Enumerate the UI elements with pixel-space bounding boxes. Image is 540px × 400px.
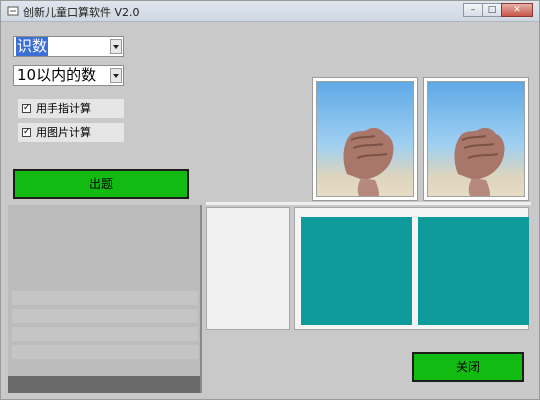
mode-select[interactable]: 识数 — [13, 36, 124, 57]
picture-option[interactable]: ✓ 用图片计算 — [18, 123, 124, 142]
range-select-value: 10以内的数 — [17, 66, 97, 84]
list-item — [12, 291, 198, 305]
close-window-button[interactable]: ✕ — [501, 3, 533, 17]
fist-hand-icon — [454, 127, 505, 196]
picture-checkbox[interactable]: ✓ — [22, 128, 31, 137]
left-hand-image — [316, 81, 414, 197]
fist-hand-icon — [343, 127, 394, 196]
generate-question-button[interactable]: 出题 — [13, 169, 189, 199]
list-item — [12, 327, 198, 341]
picture-option-label: 用图片计算 — [36, 126, 91, 139]
minimize-icon: – — [470, 5, 476, 15]
close-button[interactable]: 关闭 — [412, 352, 524, 382]
right-hand-card — [423, 77, 529, 201]
app-icon — [7, 6, 19, 16]
list-item — [12, 309, 198, 323]
title-bar[interactable]: 创新儿童口算软件 V2.0 – □ ✕ — [1, 1, 539, 22]
answer-box-right[interactable] — [418, 217, 529, 325]
app-window: 创新儿童口算软件 V2.0 – □ ✕ 识数 10以内的数 ✓ 用手指计算 ✓ … — [0, 0, 540, 400]
left-hand-card — [312, 77, 418, 201]
client-area: 识数 10以内的数 ✓ 用手指计算 ✓ 用图片计算 出题 关闭 — [1, 22, 539, 399]
chevron-down-icon[interactable] — [110, 39, 122, 54]
answer-box-left[interactable] — [301, 217, 412, 325]
mode-select-value: 识数 — [16, 37, 49, 56]
finger-checkbox[interactable]: ✓ — [22, 104, 31, 113]
maximize-icon: □ — [487, 5, 497, 15]
maximize-button[interactable]: □ — [482, 3, 502, 17]
history-list — [8, 205, 202, 393]
answer-frame — [294, 207, 529, 330]
list-item — [12, 345, 198, 359]
operator-box — [206, 207, 290, 330]
chevron-down-icon[interactable] — [110, 68, 122, 83]
window-title: 创新儿童口算软件 V2.0 — [23, 6, 140, 19]
range-select[interactable]: 10以内的数 — [13, 65, 124, 86]
right-hand-image — [427, 81, 525, 197]
close-icon: ✕ — [513, 5, 521, 15]
divider — [206, 202, 531, 205]
minimize-button[interactable]: – — [463, 3, 483, 17]
window-controls: – □ ✕ — [463, 3, 533, 19]
finger-option-label: 用手指计算 — [36, 102, 91, 115]
list-footer — [8, 376, 200, 393]
left-panel: 识数 10以内的数 ✓ 用手指计算 ✓ 用图片计算 出题 — [6, 22, 202, 395]
finger-option[interactable]: ✓ 用手指计算 — [18, 99, 124, 118]
